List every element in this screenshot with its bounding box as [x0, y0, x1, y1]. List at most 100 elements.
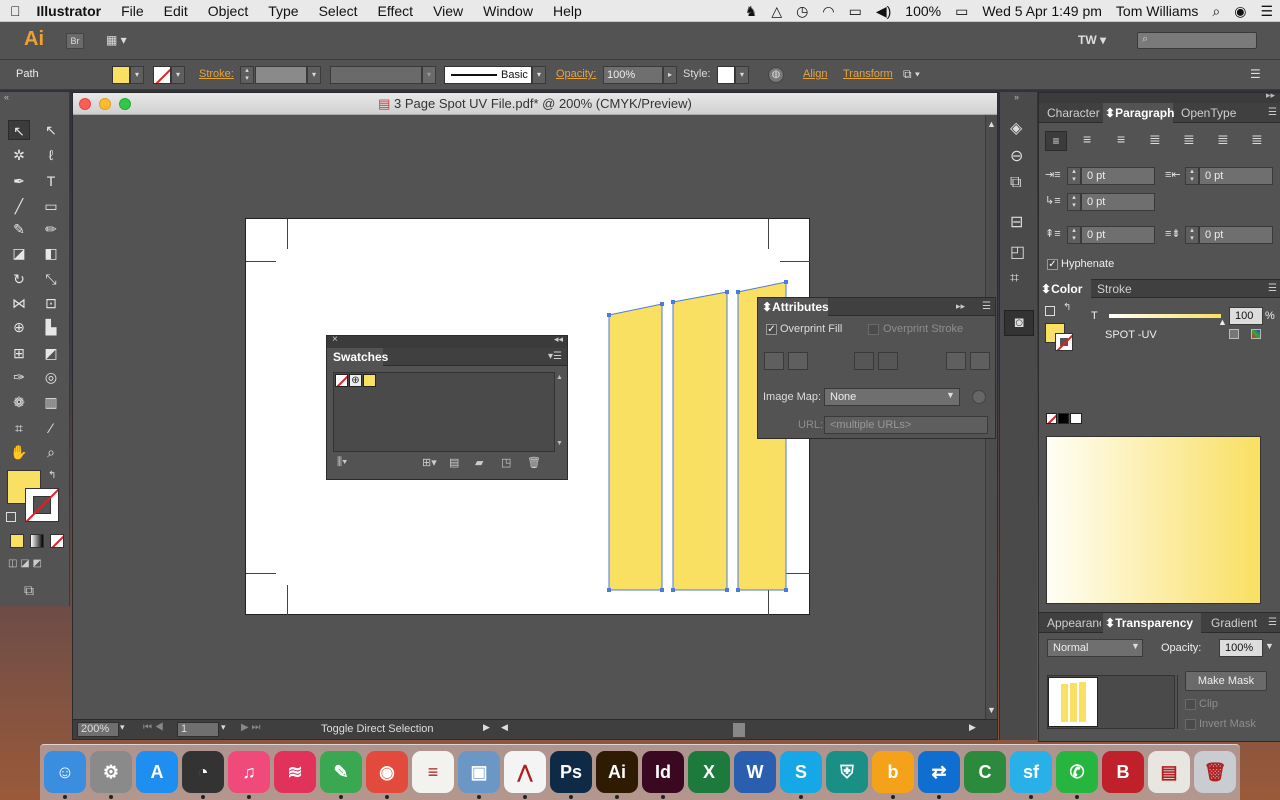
tab-appearance[interactable]: Appearance: [1041, 613, 1101, 633]
dont-show-center-icon[interactable]: [764, 352, 784, 370]
pen-tool-icon[interactable]: ✒: [8, 171, 30, 191]
color-menu-icon[interactable]: ☰: [1268, 283, 1277, 294]
dock-teamviewer-icon[interactable]: ⇄: [918, 751, 960, 793]
tab-color[interactable]: ⬍Color: [1039, 279, 1091, 299]
layers-panel-icon[interactable]: ◈: [1010, 118, 1022, 138]
battery-icon[interactable]: ▭: [948, 3, 975, 20]
menu-select[interactable]: Select: [309, 3, 368, 19]
browser-icon[interactable]: [972, 390, 986, 404]
lasso-tool-icon[interactable]: ℓ: [40, 145, 62, 165]
stroke-color-box[interactable]: [25, 488, 59, 522]
image-map-dropdown-icon[interactable]: ▼: [946, 390, 955, 400]
tab-stroke[interactable]: Stroke: [1091, 279, 1132, 299]
menu-effect[interactable]: Effect: [368, 3, 424, 19]
align-center-icon[interactable]: ≡: [1083, 131, 1091, 147]
tab-gradient[interactable]: Gradient: [1205, 613, 1265, 633]
dock-acrobat-icon[interactable]: ⋀: [504, 751, 546, 793]
variable-width-dropdown[interactable]: ▾: [422, 66, 436, 84]
variable-width-profile[interactable]: [330, 66, 422, 84]
scroll-left-icon[interactable]: ◀: [501, 722, 508, 733]
status-menu-icon[interactable]: ▶: [483, 722, 490, 733]
rectangle-tool-icon[interactable]: ▭: [40, 196, 62, 216]
dock-bitdefender-icon[interactable]: B: [1102, 751, 1144, 793]
swatch-scrollbar[interactable]: ▲ ▼: [556, 372, 566, 452]
dock-camtasia-icon[interactable]: C: [964, 751, 1006, 793]
volume-icon[interactable]: ◀): [869, 3, 898, 20]
menu-type[interactable]: Type: [258, 3, 308, 19]
pencil-tool-icon[interactable]: ✏: [40, 219, 62, 239]
collapse-dock-icon[interactable]: ▸▸: [1266, 90, 1275, 101]
scroll-right-icon[interactable]: ▶: [969, 722, 976, 733]
right-indent-field[interactable]: 0 pt: [1199, 167, 1273, 185]
dock-behance-icon[interactable]: b: [872, 751, 914, 793]
swatch-spot-uv[interactable]: [363, 374, 376, 387]
dock-shield-icon[interactable]: ⛨: [826, 751, 868, 793]
control-bar-menu-icon[interactable]: ☰: [1250, 67, 1261, 81]
scroll-down-icon[interactable]: ▼: [987, 705, 996, 715]
transparency-opacity-dropdown-icon[interactable]: ▼: [1265, 641, 1274, 651]
spot-uv-bar-1[interactable]: [608, 303, 663, 591]
spotlight-icon[interactable]: ⌕: [1205, 3, 1227, 20]
perspective-grid-tool-icon[interactable]: ▙: [40, 317, 62, 337]
bridge-button[interactable]: Br: [66, 33, 84, 49]
drawing-modes-icon[interactable]: ◫ ◪ ◩: [8, 558, 60, 572]
first-line-indent-stepper[interactable]: ▴ ▾: [1067, 193, 1081, 211]
dock-ps-icon[interactable]: Ps: [550, 751, 592, 793]
stroke-none-swatch[interactable]: [153, 66, 171, 84]
default-colors-mini-icon[interactable]: [1045, 306, 1055, 316]
evernote-status-icon[interactable]: ♞: [738, 3, 765, 20]
zoom-tool-icon[interactable]: ⌕: [40, 442, 62, 462]
airplay-icon[interactable]: ▭: [842, 3, 869, 20]
style-dropdown[interactable]: ▾: [735, 66, 749, 84]
dock-trash-icon[interactable]: 🗑: [1194, 751, 1236, 793]
swatch-registration[interactable]: ⊕: [349, 374, 362, 387]
tint-value-field[interactable]: 100: [1229, 307, 1263, 325]
width-tool-icon[interactable]: ⋈: [8, 293, 30, 313]
dock-word-icon[interactable]: W: [734, 751, 776, 793]
menu-file[interactable]: File: [111, 3, 154, 19]
collapse-strip-icon[interactable]: »: [1014, 92, 1019, 102]
swatches-menu-icon[interactable]: ▾☰: [548, 351, 562, 362]
gradient-tool-icon[interactable]: ◩: [40, 343, 62, 363]
opacity-label[interactable]: Opacity:: [556, 68, 596, 80]
align-panel-icon[interactable]: ⊟: [1010, 212, 1023, 232]
horizontal-scroll-thumb[interactable]: [733, 723, 745, 737]
brush-dropdown[interactable]: ▾: [532, 66, 546, 84]
white-color-chip[interactable]: [1070, 413, 1082, 424]
tint-slider-thumb[interactable]: ▲: [1218, 317, 1227, 327]
tint-slider-track[interactable]: [1109, 314, 1221, 318]
swatch-options-icon[interactable]: ▤: [449, 456, 459, 469]
close-panel-icon[interactable]: ×: [332, 334, 338, 345]
opacity-dropdown[interactable]: ▸: [663, 66, 677, 84]
recolor-artwork-icon[interactable]: ◍: [768, 67, 784, 83]
justify-all-icon[interactable]: ≣: [1251, 131, 1263, 148]
space-after-stepper[interactable]: ▴ ▾: [1185, 226, 1199, 244]
color-stroke-proxy[interactable]: [1055, 333, 1073, 351]
first-artboard-icon[interactable]: ⏮ ◀: [143, 722, 164, 733]
left-indent-stepper[interactable]: ▴ ▾: [1067, 167, 1081, 185]
even-odd-icon[interactable]: [878, 352, 898, 370]
attributes-menu-icon[interactable]: ☰: [982, 301, 991, 312]
free-transform-tool-icon[interactable]: ⊡: [40, 293, 62, 313]
tab-opentype[interactable]: OpenType: [1175, 103, 1236, 123]
notification-center-icon[interactable]: ☰: [1253, 3, 1280, 20]
zoom-level-field[interactable]: 200%: [77, 722, 119, 737]
dock-chrome-icon[interactable]: ◉: [366, 751, 408, 793]
opacity-field[interactable]: 100%: [603, 66, 663, 84]
dock-itunes-icon[interactable]: ♫: [228, 751, 270, 793]
swatch-none[interactable]: [335, 374, 348, 387]
none-mode-button[interactable]: [50, 534, 64, 548]
align-link[interactable]: Align: [803, 68, 827, 80]
dock-textedit-icon[interactable]: ≡: [412, 751, 454, 793]
blob-brush-tool-icon[interactable]: ◪: [8, 243, 30, 263]
image-map-select[interactable]: None: [824, 388, 960, 406]
space-before-field[interactable]: 0 pt: [1081, 226, 1155, 244]
transparency-menu-icon[interactable]: ☰: [1268, 617, 1277, 628]
gradient-mode-button[interactable]: [30, 534, 44, 548]
dock-finder-icon[interactable]: ☺: [44, 751, 86, 793]
dock-skype-icon[interactable]: S: [780, 751, 822, 793]
color-mode-button[interactable]: [10, 534, 24, 548]
links-panel-icon[interactable]: ⊖: [1010, 146, 1023, 166]
show-swatch-kinds-icon[interactable]: ⊞▾: [422, 456, 437, 469]
attributes-panel-icon[interactable]: ◙: [1004, 310, 1034, 336]
